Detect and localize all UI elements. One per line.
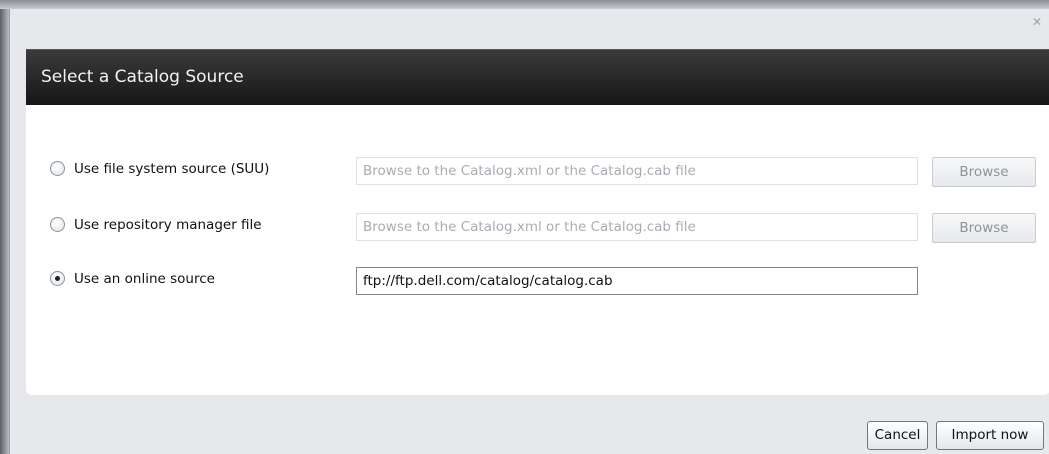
online-source-url-input[interactable] (356, 267, 918, 295)
option-row-online-source: Use an online source (26, 265, 1049, 297)
catalog-source-dialog: ✕ Select a Catalog Source Use file syste… (9, 9, 1049, 454)
background-app-strip (0, 0, 1049, 9)
dialog-content: Use file system source (SUU) Browse Use … (26, 105, 1049, 395)
radio-label-file-system[interactable]: Use file system source (SUU) (74, 161, 269, 177)
browse-button-file-system[interactable]: Browse (932, 157, 1036, 187)
browse-button-repository-manager[interactable]: Browse (932, 213, 1036, 243)
file-system-path-input[interactable] (356, 157, 918, 185)
repository-manager-path-input[interactable] (356, 213, 918, 241)
radio-selected-dot (55, 276, 60, 281)
dialog-header: Select a Catalog Source (26, 49, 1049, 106)
screen: ✕ Select a Catalog Source Use file syste… (0, 0, 1049, 454)
cancel-button[interactable]: Cancel (867, 421, 928, 450)
radio-label-online-source[interactable]: Use an online source (74, 271, 215, 287)
import-now-button[interactable]: Import now (936, 421, 1044, 450)
dialog-title: Select a Catalog Source (41, 67, 244, 87)
radio-label-repository-manager[interactable]: Use repository manager file (74, 217, 262, 233)
radio-online-source[interactable] (50, 271, 65, 286)
option-row-repository-manager: Use repository manager file Browse (26, 211, 1049, 243)
option-row-file-system: Use file system source (SUU) Browse (26, 155, 1049, 187)
radio-repository-manager[interactable] (50, 217, 65, 232)
radio-file-system[interactable] (50, 161, 65, 176)
background-app-edge (0, 9, 9, 454)
close-icon[interactable]: ✕ (1030, 15, 1044, 29)
